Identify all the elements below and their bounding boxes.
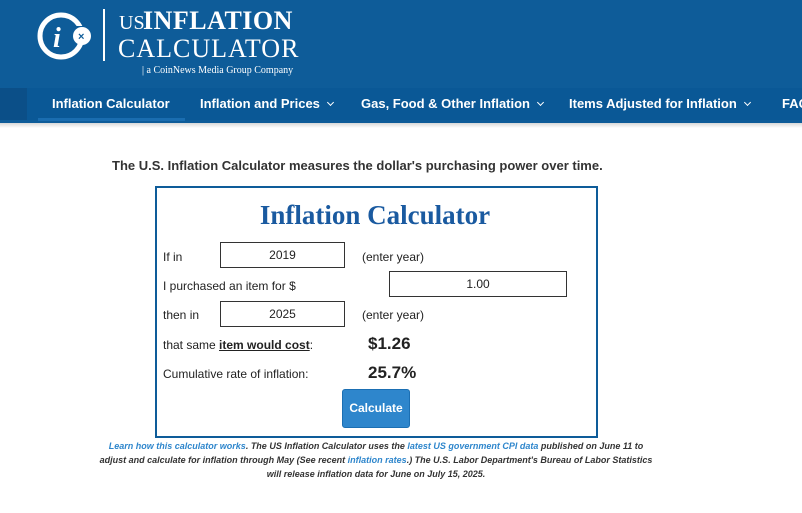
rate-label: Cumulative rate of inflation: (163, 367, 309, 381)
cost-label: that same item would cost: (163, 338, 313, 352)
nav-label: Inflation and Prices (200, 96, 320, 111)
chevron-down-icon (743, 98, 751, 107)
cost-result: $1.26 (368, 334, 411, 353)
logo-us-text: US (119, 12, 145, 34)
svg-text:i: i (53, 23, 61, 54)
enter-year-hint: (enter year) (362, 308, 425, 322)
footer-text: published on June 11 to (538, 441, 644, 451)
if-in-label: If in (163, 250, 183, 264)
footer-line-1: Learn how this calculator works. The US … (60, 441, 692, 451)
year-to-input[interactable]: 2025 (220, 301, 345, 327)
enter-year-hint: (enter year) (362, 250, 425, 264)
amount-input[interactable]: 1.00 (389, 271, 567, 297)
nav-active-indicator (38, 118, 185, 121)
intro-text: The U.S. Inflation Calculator measures t… (112, 158, 603, 173)
inflation-rates-link[interactable]: inflation rates (348, 455, 407, 465)
nav-edge (0, 88, 27, 120)
svg-text:×: × (78, 31, 84, 43)
cost-label-emphasis: item would cost (219, 338, 310, 352)
calculator-title: Inflation Calculator (259, 200, 491, 230)
how-it-works-link[interactable]: Learn how this calculator works (109, 441, 246, 451)
chevron-down-icon (536, 98, 545, 107)
logo-calculator-text: CALCULATOR (118, 34, 300, 63)
nav-label: Gas, Food & Other Inflation (361, 96, 530, 111)
chevron-down-icon (326, 98, 334, 107)
then-in-label: then in (163, 308, 200, 322)
footer-text: .) The U.S. Labor Department's Bureau of… (406, 455, 653, 465)
logo-tagline: | a CoinNews Media Group Company (142, 65, 294, 76)
logo-divider (103, 9, 105, 61)
header-shadow (0, 123, 802, 128)
nav-item-items-adjusted[interactable]: Items Adjusted for Inflation (569, 96, 751, 111)
nav-item-faq[interactable]: FAQ (782, 96, 802, 111)
footer-text: . The US Inflation Calculator uses the (245, 441, 408, 451)
rate-result: 25.7% (368, 363, 417, 382)
purchased-label: I purchased an item for $ (163, 279, 296, 293)
logo-inflation-text: INFLATION (143, 6, 293, 35)
nav-label: Inflation Calculator (52, 96, 170, 111)
footer-line-3: will release inflation data for June on … (266, 469, 486, 479)
calculate-button[interactable]: Calculate (342, 389, 410, 428)
cost-label-prefix: that same (163, 338, 220, 352)
year-from-input[interactable]: 2019 (220, 242, 345, 268)
nav-label: FAQ (782, 96, 802, 111)
nav-item-gas-food-other[interactable]: Gas, Food & Other Inflation (361, 96, 545, 111)
footer-text: adjust and calculate for inflation throu… (99, 455, 348, 465)
cost-label-suffix: : (309, 338, 314, 352)
nav-item-inflation-and-prices[interactable]: Inflation and Prices (200, 96, 334, 111)
footer-line-2: adjust and calculate for inflation throu… (60, 455, 692, 465)
nav-label: Items Adjusted for Inflation (569, 96, 737, 111)
nav-item-inflation-calculator[interactable]: Inflation Calculator (52, 96, 170, 111)
cpi-data-link[interactable]: latest US government CPI data (407, 441, 538, 451)
ci-logo-icon[interactable]: i × (37, 10, 93, 60)
